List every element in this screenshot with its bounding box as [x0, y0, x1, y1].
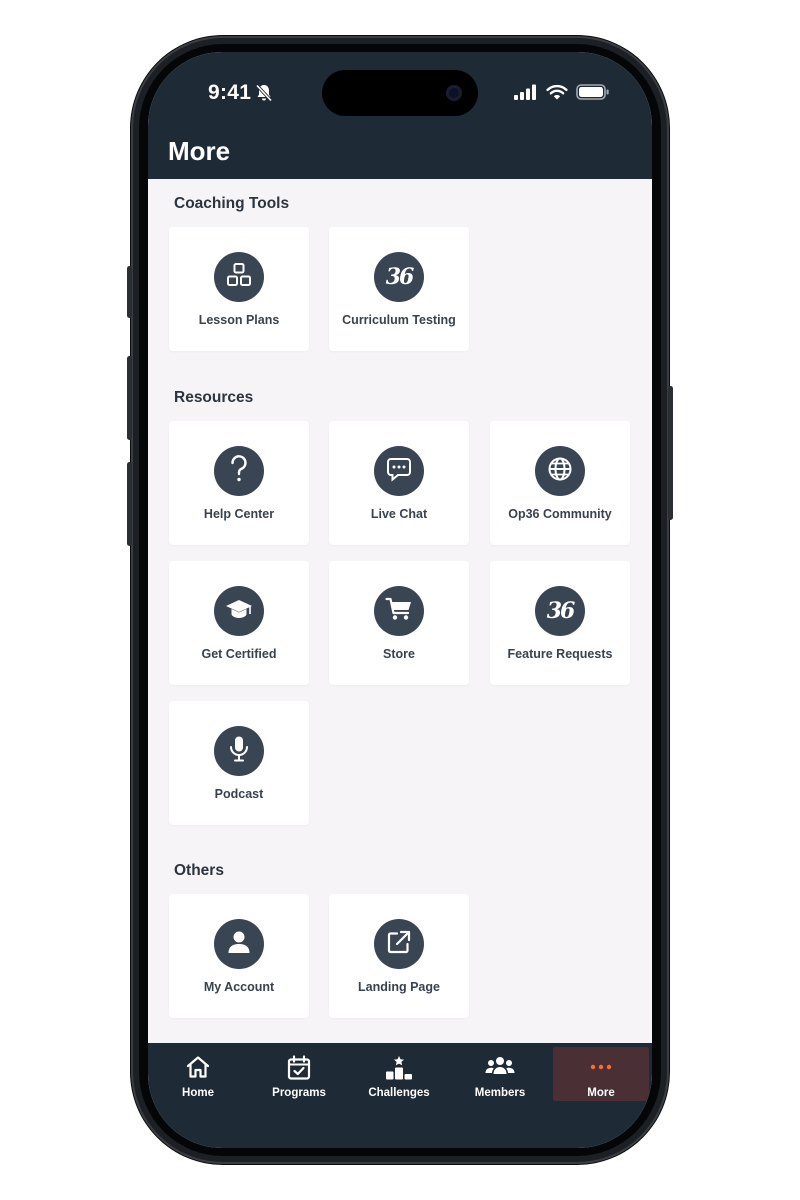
tile-label: Store [383, 647, 415, 661]
tab-more[interactable]: More [553, 1047, 649, 1101]
question-icon [226, 454, 252, 489]
tile-lesson-plans[interactable]: Lesson Plans [169, 227, 309, 351]
tile-label: Curriculum Testing [342, 313, 456, 327]
globe-icon [547, 456, 573, 487]
app-screen: 9:41 More Coaching Tools Lesson Plans 36… [148, 52, 652, 1148]
calendar-check-icon [287, 1055, 311, 1086]
tab-label: Challenges [368, 1087, 430, 1099]
tile-store[interactable]: Store [329, 561, 469, 685]
tab-programs[interactable]: Programs [251, 1047, 347, 1101]
volume-down-button [127, 462, 132, 546]
icon-circle [214, 919, 264, 969]
status-time: 9:41 [208, 81, 252, 104]
tile-label: Live Chat [370, 507, 428, 521]
tile-get-certified[interactable]: Get Certified [169, 561, 309, 685]
tile-label: Help Center [203, 507, 275, 521]
tile-feature-requests[interactable]: 36 Feature Requests [490, 561, 630, 685]
volume-up-button [127, 356, 132, 440]
tab-label: More [587, 1087, 615, 1099]
graduation-cap-icon [225, 597, 253, 626]
tab-icon-wrap [150, 1055, 246, 1084]
ellipsis-icon [588, 1055, 614, 1084]
tab-icon-wrap [553, 1055, 649, 1084]
op36-logo-icon: 36 [546, 598, 576, 624]
shopping-cart-icon [385, 596, 413, 627]
tile-label: Landing Page [358, 980, 440, 994]
status-indicators [514, 84, 610, 105]
icon-circle: 36 [535, 586, 585, 636]
tile-podcast[interactable]: Podcast [169, 701, 309, 825]
icon-circle [214, 252, 264, 302]
section-title-resources: Resources [174, 389, 254, 406]
icon-circle: 36 [374, 252, 424, 302]
tab-icon-wrap [351, 1055, 447, 1086]
microphone-icon [227, 735, 251, 768]
icon-circle [214, 586, 264, 636]
members-icon [485, 1055, 515, 1084]
home-icon [185, 1055, 211, 1084]
front-camera-icon [446, 85, 462, 101]
user-icon [226, 929, 252, 960]
external-link-icon [386, 929, 412, 960]
page-title: More [168, 136, 231, 166]
tab-home[interactable]: Home [150, 1047, 246, 1101]
action-button [127, 266, 132, 318]
icon-circle [214, 446, 264, 496]
tile-label: Feature Requests [507, 647, 613, 661]
tile-help-center[interactable]: Help Center [169, 421, 309, 545]
tile-op36-community[interactable]: Op36 Community [490, 421, 630, 545]
battery-icon [576, 84, 610, 105]
tile-label: Get Certified [201, 647, 277, 661]
icon-circle [374, 919, 424, 969]
tile-landing-page[interactable]: Landing Page [329, 894, 469, 1018]
wifi-icon [546, 84, 568, 105]
op36-logo-icon: 36 [385, 264, 415, 290]
tile-label: Op36 Community [508, 507, 612, 521]
section-title-others: Others [174, 862, 224, 879]
tab-label: Programs [272, 1087, 326, 1099]
tab-label: Home [182, 1087, 214, 1099]
tile-live-chat[interactable]: Live Chat [329, 421, 469, 545]
tab-members[interactable]: Members [452, 1047, 548, 1101]
cellular-signal-icon [514, 84, 538, 105]
tile-curriculum-testing[interactable]: 36 Curriculum Testing [329, 227, 469, 351]
section-title-coaching-tools: Coaching Tools [174, 195, 290, 212]
podium-icon [384, 1055, 414, 1086]
tile-label: My Account [203, 980, 275, 994]
tab-icon-wrap [452, 1055, 548, 1084]
tile-my-account[interactable]: My Account [169, 894, 309, 1018]
more-menu-content: Coaching Tools Lesson Plans 36 Curriculu… [148, 179, 652, 1043]
bottom-tab-bar: Home Programs Challenges Members More [148, 1043, 652, 1148]
tile-label: Podcast [214, 787, 264, 801]
tab-icon-wrap [251, 1055, 347, 1086]
app-header: 9:41 More [148, 52, 652, 179]
icon-circle [374, 446, 424, 496]
chat-bubble-icon [386, 456, 412, 487]
lesson-plans-icon [226, 262, 252, 293]
dynamic-island [322, 70, 478, 116]
icon-circle [374, 586, 424, 636]
bell-muted-icon [254, 83, 274, 108]
power-button [668, 386, 673, 520]
tile-label: Lesson Plans [198, 313, 280, 327]
tab-label: Members [474, 1087, 526, 1099]
tab-challenges[interactable]: Challenges [351, 1047, 447, 1101]
icon-circle [535, 446, 585, 496]
icon-circle [214, 726, 264, 776]
